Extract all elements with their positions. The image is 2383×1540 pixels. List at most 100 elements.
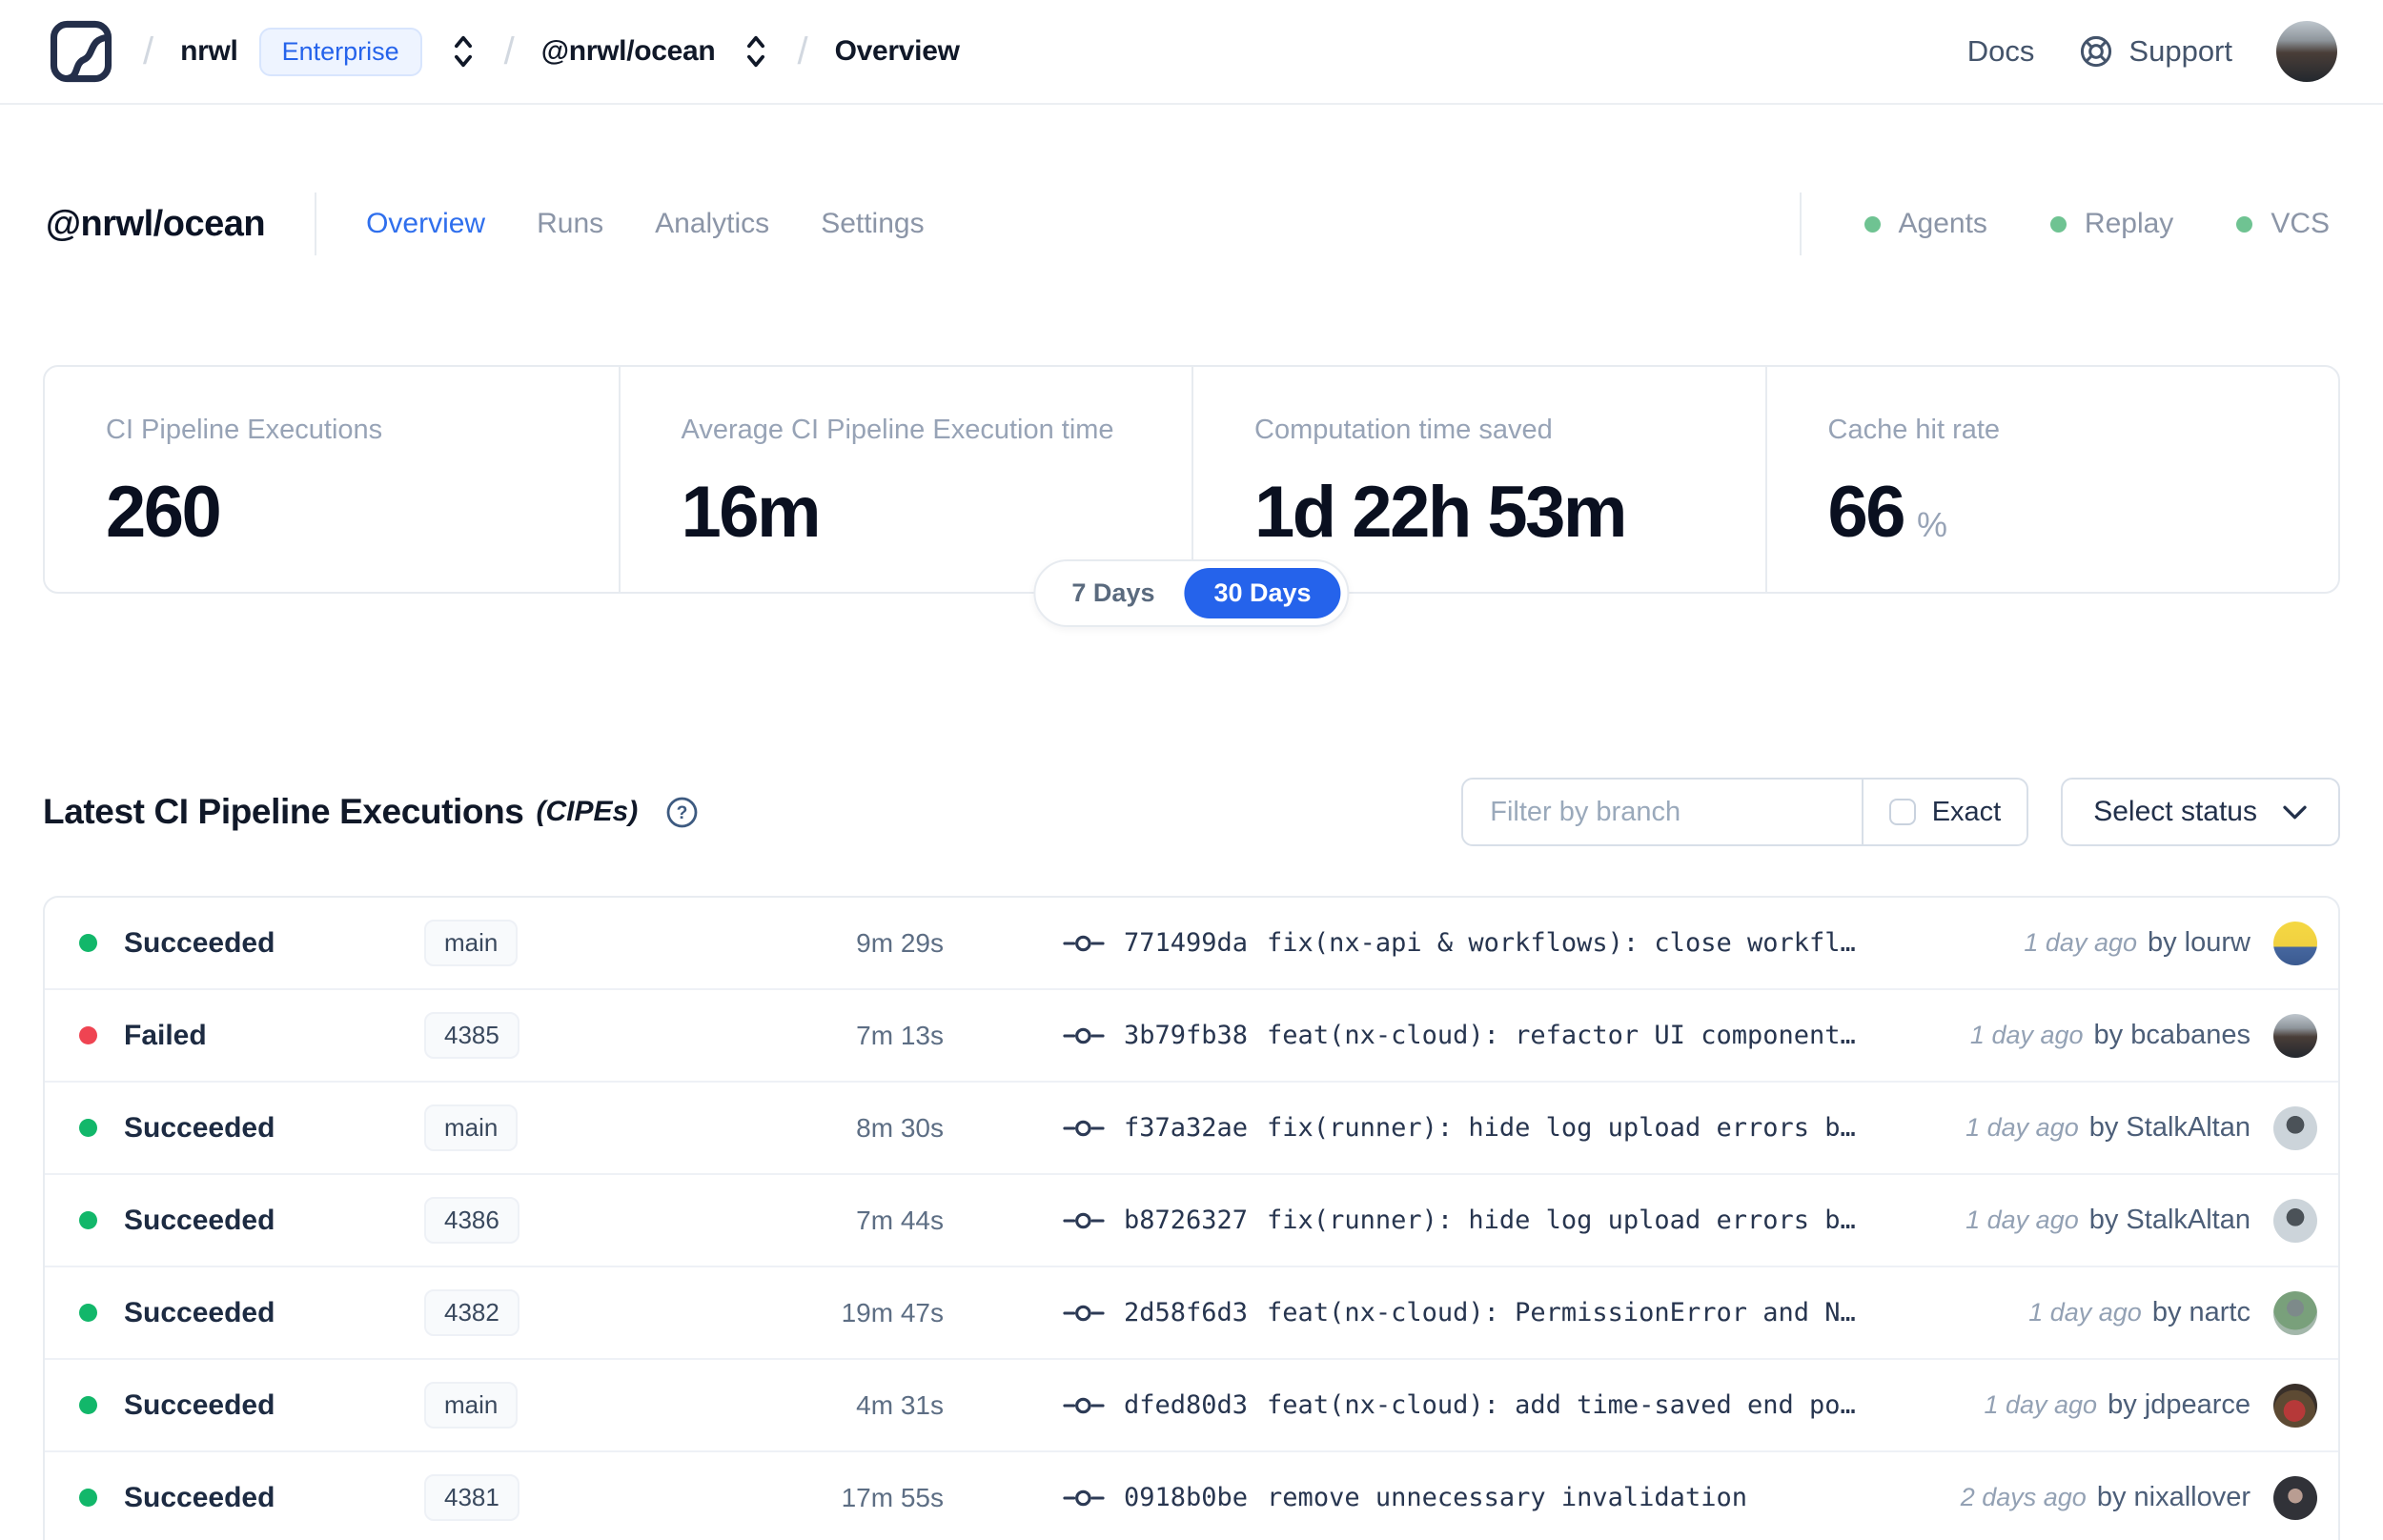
divider [315,192,317,255]
integration-items: Agents Replay VCS [1864,208,2337,240]
stat-computation-time-saved: Computation time saved 1d 22h 53m [1192,367,1765,593]
cipe-time: 1 day ago [2028,1298,2142,1327]
integration-label: Agents [1898,208,1987,239]
tab-runs[interactable]: Runs [537,208,603,240]
branch-filter-group: Exact [1461,778,2029,847]
integration-agents[interactable]: Agents [1864,208,1987,240]
cipe-status: Succeeded [124,1481,275,1513]
cipe-row[interactable]: Failed 4385 7m 13s 3b79fb38 feat(nx-clou… [45,990,2338,1084]
breadcrumb-separator: / [797,30,808,72]
exact-checkbox[interactable] [1888,799,1916,826]
user-avatar[interactable] [2276,21,2337,82]
cipe-author: by StalkAltan [2088,1205,2251,1236]
docs-link[interactable]: Docs [1967,34,2035,69]
branch-badge[interactable]: 4386 [424,1197,519,1245]
integration-vcs[interactable]: VCS [2236,208,2330,240]
cipe-commit[interactable]: 0918b0be remove unnecessary invalidation [1063,1483,1747,1512]
stat-value: 260 [106,472,222,553]
stat-average-execution-time: Average CI Pipeline Execution time 16m [618,367,1192,593]
cipe-row[interactable]: Succeeded 4381 17m 55s 0918b0be remove u… [45,1452,2338,1540]
range-option-7-days[interactable]: 7 Days [1042,568,1184,618]
org-switcher-chevron-icon[interactable] [449,32,478,71]
branch-badge[interactable]: main [424,1382,519,1429]
cipe-status: Succeeded [124,1111,275,1144]
cipe-commit[interactable]: 771499da fix(nx-api & workflows): close … [1063,928,1856,958]
commit-message: feat(nx-cloud): add time-saved end po… [1267,1390,1856,1421]
cipe-row[interactable]: Succeeded 4386 7m 44s b8726327 fix(runne… [45,1175,2338,1268]
enterprise-badge: Enterprise [258,27,422,76]
branch-badge[interactable]: 4381 [424,1474,519,1522]
stat-ci-pipeline-executions: CI Pipeline Executions 260 [45,367,619,592]
branch-badge[interactable]: main [424,920,519,967]
range-option-30-days[interactable]: 30 Days [1184,568,1341,619]
cipe-row[interactable]: Succeeded main 4m 31s dfed80d3 feat(nx-c… [45,1360,2338,1453]
integration-replay[interactable]: Replay [2049,208,2174,240]
cipe-commit[interactable]: b8726327 fix(runner): hide log upload er… [1063,1206,1856,1235]
cipe-status: Failed [124,1019,207,1051]
cipe-row[interactable]: Succeeded main 9m 29s 771499da fix(nx-ap… [45,898,2338,991]
breadcrumb-workspace[interactable]: @nrwl/ocean [541,35,716,68]
cipes-section-header: Latest CI Pipeline Executions (CIPEs) ? … [43,778,2340,847]
avatar [2273,1290,2317,1335]
avatar [2273,1383,2317,1428]
time-range-toggle: 7 Days 30 Days [1033,559,1350,628]
cipe-duration: 17m 55s [841,1482,944,1512]
cipe-time: 1 day ago [1965,1206,2079,1235]
branch-filter-input[interactable] [1463,780,1862,845]
support-label: Support [2128,34,2232,68]
cipe-commit[interactable]: 2d58f6d3 feat(nx-cloud): PermissionError… [1063,1298,1856,1327]
cipe-time: 1 day ago [2024,928,2137,958]
stat-value: 1d 22h 53m [1254,472,1628,553]
status-dot-icon [79,934,97,953]
workspace-switcher-chevron-icon[interactable] [742,32,770,71]
cipe-time: 2 days ago [1960,1483,2087,1512]
cipe-status: Succeeded [124,1388,275,1421]
branch-badge[interactable]: main [424,1104,519,1152]
cipe-row[interactable]: Succeeded main 8m 30s f37a32ae fix(runne… [45,1083,2338,1176]
cipes-controls: Exact Select status [1461,778,2340,847]
select-status-button[interactable]: Select status [2061,778,2340,847]
git-commit-icon [1063,1208,1105,1233]
tab-settings[interactable]: Settings [821,208,924,240]
status-dot-icon [79,1119,97,1138]
cipe-row[interactable]: Succeeded 4382 19m 47s 2d58f6d3 feat(nx-… [45,1267,2338,1361]
nx-cloud-logo-icon[interactable] [46,16,116,87]
status-dot-icon [79,1026,97,1045]
avatar [2273,1105,2317,1150]
tab-analytics[interactable]: Analytics [655,208,769,240]
chevron-down-icon [2282,804,2308,821]
avatar [2273,921,2317,965]
commit-message: fix(runner): hide log upload errors b… [1267,1206,1856,1236]
cipe-duration: 9m 29s [856,927,944,958]
cipe-time: 1 day ago [1969,1021,2084,1050]
git-commit-icon [1063,931,1105,956]
cipe-commit[interactable]: 3b79fb38 feat(nx-cloud): refactor UI com… [1063,1021,1856,1050]
cipe-author: by bcabanes [2093,1020,2251,1051]
help-icon[interactable]: ? [664,795,700,830]
tab-overview[interactable]: Overview [366,208,485,240]
branch-badge-cell: 4386 [424,1197,658,1245]
cipe-commit[interactable]: f37a32ae fix(runner): hide log upload er… [1063,1113,1856,1143]
integration-label: Replay [2084,208,2174,239]
status-dot-icon [79,1304,97,1323]
cipes-title: Latest CI Pipeline Executions [43,792,524,832]
exact-toggle[interactable]: Exact [1861,780,2027,845]
stats-cards: CI Pipeline Executions 260 Average CI Pi… [43,365,2340,628]
stat-cache-hit-rate: Cache hit rate 66% [1764,367,2339,593]
cipe-status: Succeeded [124,1204,275,1236]
stat-label: CI Pipeline Executions [106,415,383,445]
breadcrumb-org[interactable]: nrwl [180,35,238,68]
commit-hash: f37a32ae [1124,1113,1249,1144]
header-actions: Docs Support [1967,21,2337,82]
commit-message: fix(runner): hide log upload errors b… [1267,1113,1856,1144]
svg-text:?: ? [677,803,688,823]
branch-badge[interactable]: 4382 [424,1289,519,1337]
branch-badge-cell: 4381 [424,1474,658,1522]
workspace-title: @nrwl/ocean [46,203,266,244]
integrations-status: Agents Replay VCS [1799,192,2337,255]
branch-badge[interactable]: 4385 [424,1012,519,1060]
support-link[interactable]: Support [2078,33,2232,70]
commit-message: remove unnecessary invalidation [1267,1483,1747,1513]
cipe-commit[interactable]: dfed80d3 feat(nx-cloud): add time-saved … [1063,1390,1856,1420]
workspace-tabs: Overview Runs Analytics Settings [366,208,925,240]
